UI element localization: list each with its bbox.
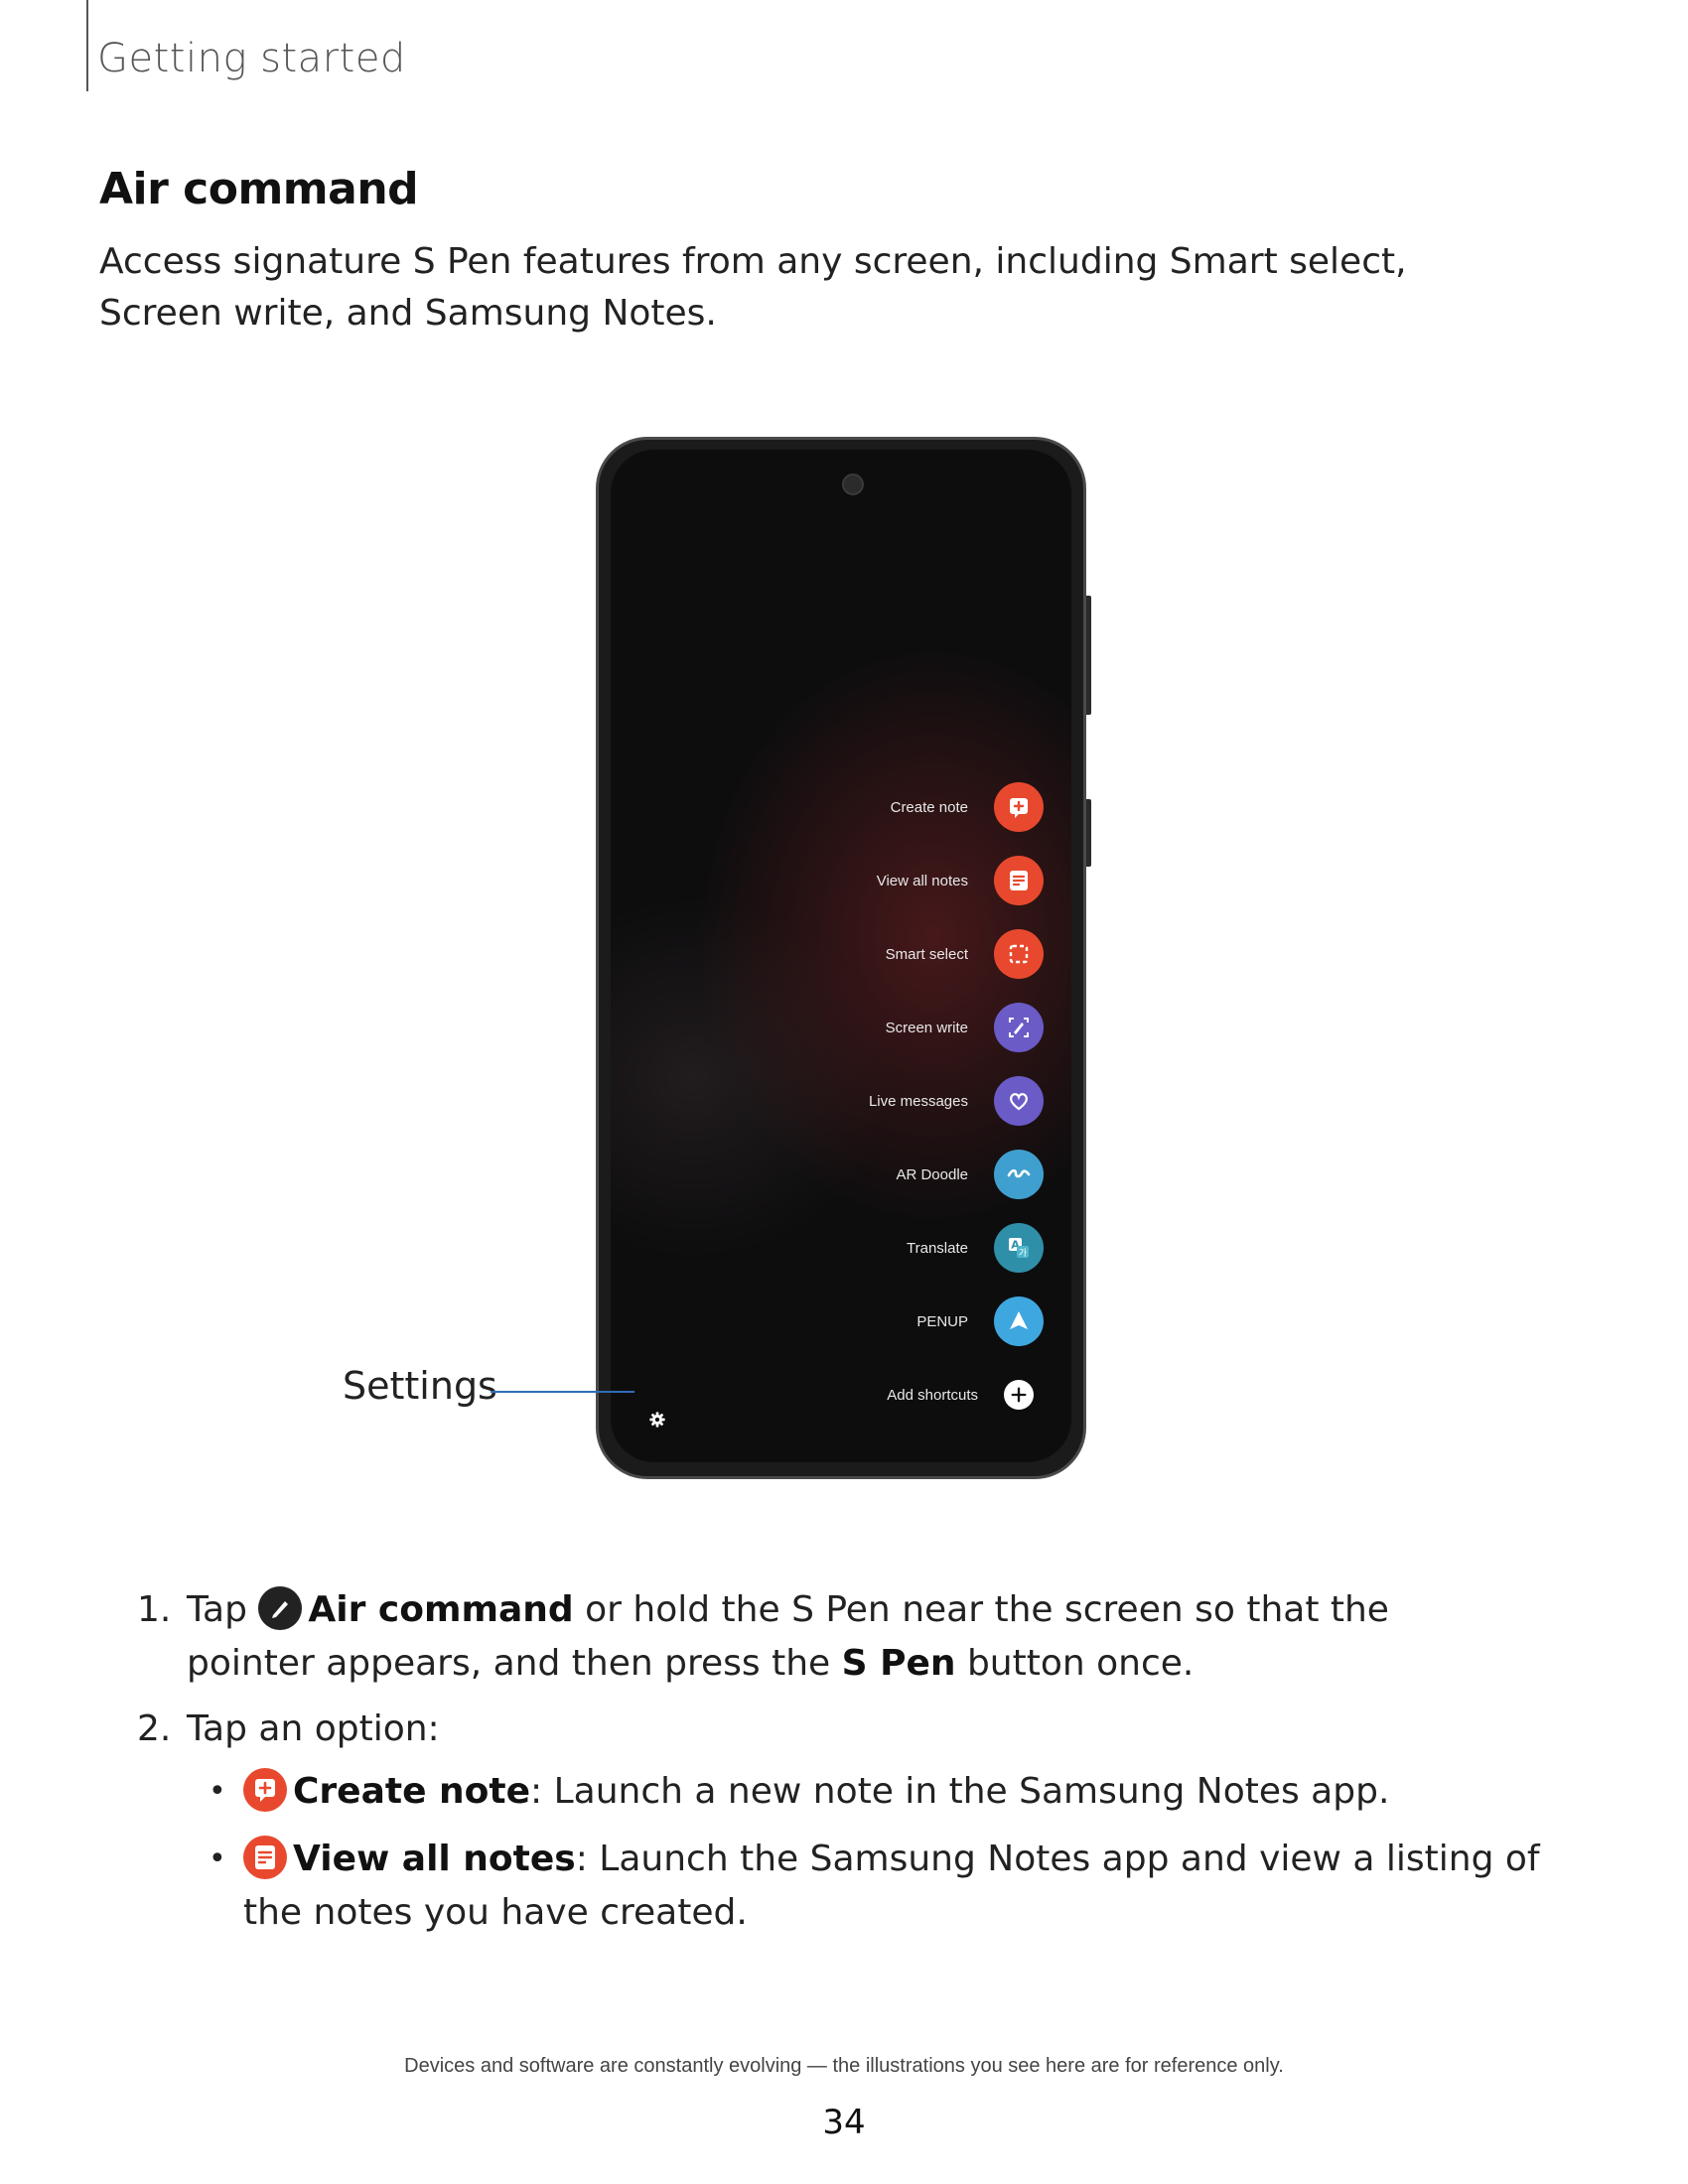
bullet-term: Create note (293, 1771, 531, 1812)
screen-write-icon (994, 1003, 1044, 1052)
menu-label: Smart select (885, 945, 968, 963)
menu-label: Live messages (868, 1092, 968, 1110)
live-messages-icon (994, 1076, 1044, 1126)
air-command-term: Air command (308, 1589, 574, 1630)
phone-screen: Create note View all notes Smart select … (611, 450, 1071, 1462)
bullet-text: : Launch a new note in the Samsung Notes… (530, 1771, 1390, 1812)
step-2: 2. Tap an option: (137, 1703, 1527, 1756)
menu-item-screen-write[interactable]: Screen write (886, 1003, 1044, 1052)
step-number: 1. (137, 1589, 172, 1630)
settings-callout-label: Settings (343, 1364, 497, 1408)
footer-disclaimer: Devices and software are constantly evol… (404, 2055, 1284, 2077)
create-note-icon (994, 782, 1044, 832)
menu-label: PENUP (916, 1312, 968, 1330)
menu-label: AR Doodle (896, 1165, 968, 1183)
step-text: button once. (955, 1643, 1195, 1684)
section-intro: Access signature S Pen features from any… (99, 241, 1407, 334)
smart-select-icon (994, 929, 1044, 979)
settings-callout-line (491, 1391, 634, 1393)
phone-illustration: Create note View all notes Smart select … (596, 437, 1086, 1479)
gear-icon[interactable] (648, 1411, 666, 1429)
menu-item-penup[interactable]: PENUP (916, 1297, 1044, 1346)
bullet-view-all-notes: • View all notes: Launch the Samsung Not… (0, 1833, 1589, 1940)
bullet-term: View all notes (293, 1839, 576, 1879)
view-all-notes-icon (243, 1836, 287, 1879)
penup-icon (994, 1297, 1044, 1346)
menu-item-smart-select[interactable]: Smart select (886, 929, 1044, 979)
menu-item-add-shortcuts[interactable]: Add shortcuts (887, 1370, 1044, 1420)
section-title: Air command (99, 164, 419, 214)
ar-doodle-icon (994, 1150, 1044, 1199)
translate-icon: A가 (994, 1223, 1044, 1273)
menu-label: Create note (890, 798, 968, 816)
view-all-notes-icon (994, 856, 1044, 905)
create-note-icon (243, 1768, 287, 1812)
menu-item-translate[interactable]: Translate A가 (907, 1223, 1044, 1273)
chapter-divider (86, 0, 88, 91)
step-text: Tap (187, 1589, 247, 1630)
bullet-dot: • (209, 1774, 226, 1809)
menu-label: Add shortcuts (887, 1386, 978, 1404)
page-number: 34 (822, 2103, 866, 2142)
menu-item-live-messages[interactable]: Live messages (869, 1076, 1044, 1126)
menu-label: Screen write (885, 1019, 968, 1036)
air-command-icon (258, 1586, 303, 1630)
step-1: 1. Tap Air command or hold the S Pen nea… (137, 1583, 1527, 1691)
step-number: 2. (137, 1708, 172, 1749)
s-pen-term: S Pen (841, 1643, 956, 1684)
step-text: Tap an option: (187, 1708, 440, 1749)
svg-text:가: 가 (1019, 1248, 1027, 1259)
add-icon (1004, 1380, 1034, 1410)
menu-item-create-note[interactable]: Create note (891, 782, 1044, 832)
bullet-create-note: • Create note: Launch a new note in the … (0, 1765, 1589, 1819)
bullet-dot: • (209, 1842, 226, 1876)
chapter-title: Getting started (97, 36, 406, 81)
menu-label: Translate (907, 1239, 968, 1257)
menu-label: View all notes (876, 872, 968, 889)
menu-item-view-all-notes[interactable]: View all notes (877, 856, 1044, 905)
menu-item-ar-doodle[interactable]: AR Doodle (896, 1150, 1044, 1199)
front-camera (842, 474, 864, 495)
